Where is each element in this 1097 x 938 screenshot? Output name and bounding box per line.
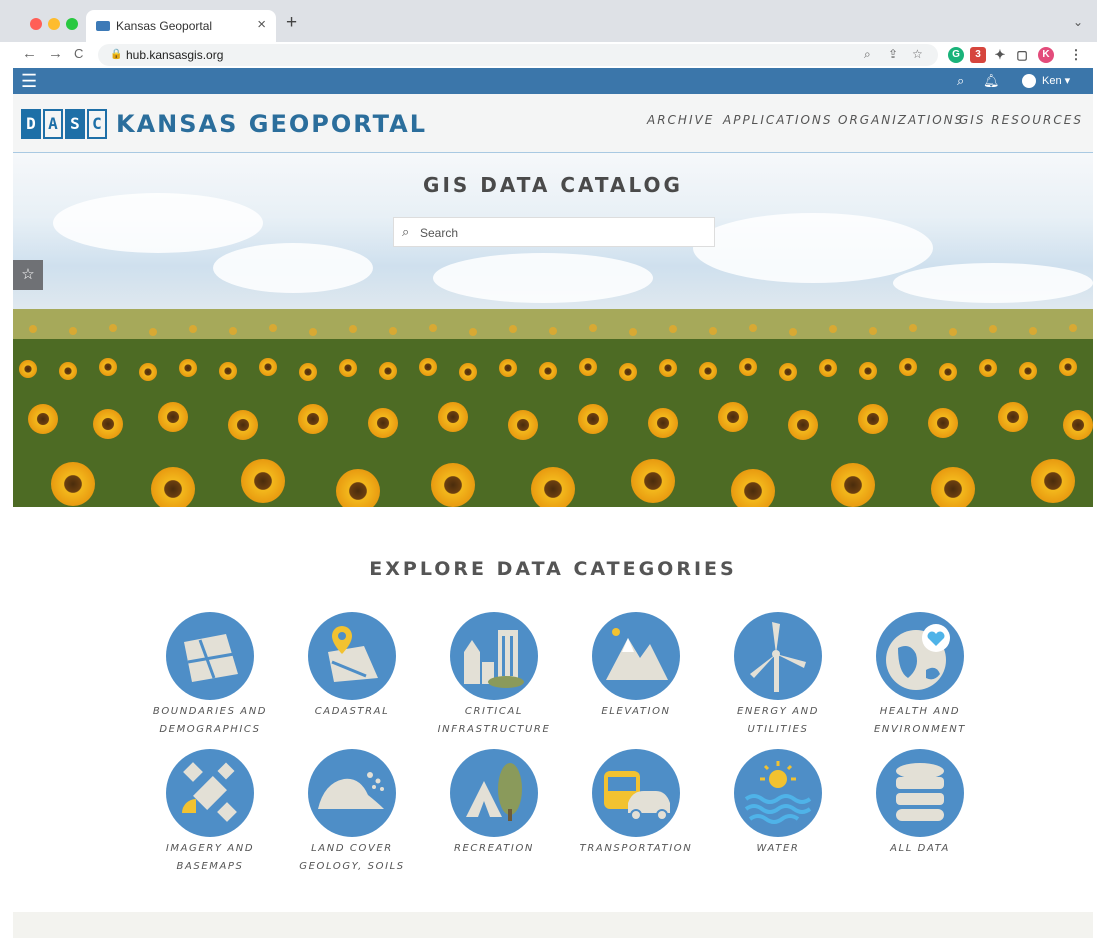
health-icon <box>876 612 964 700</box>
bookmark-star-icon[interactable]: ☆ <box>912 47 923 61</box>
category-label: BASEMAPS <box>176 861 244 872</box>
footer-band <box>13 912 1093 938</box>
url-text: hub.kansasgis.org <box>126 48 224 62</box>
maximize-window-button[interactable] <box>66 18 78 30</box>
cloud <box>53 193 263 253</box>
lock-icon: 🔒 <box>110 49 123 60</box>
tab-search-icon[interactable]: ⌄ <box>1073 15 1083 29</box>
share-icon[interactable]: ⇪ <box>888 47 898 61</box>
browser-tab[interactable]: Kansas Geoportal × <box>86 10 276 42</box>
site-title[interactable]: KANSAS GEOPORTAL <box>116 110 427 138</box>
nav-applications[interactable]: APPLICATIONS <box>723 113 833 127</box>
all-data-icon <box>876 749 964 837</box>
category-label: CADASTRAL <box>314 706 390 717</box>
minimize-window-button[interactable] <box>48 18 60 30</box>
boundaries-icon <box>166 612 254 700</box>
category-critical-infrastructure[interactable]: CRITICAL INFRASTRUCTURE <box>424 612 564 739</box>
category-elevation[interactable]: ELEVATION <box>566 612 706 721</box>
grammarly-extension-icon[interactable]: G <box>948 47 964 63</box>
logo-letter: A <box>43 109 63 139</box>
category-label: UTILITIES <box>747 724 809 735</box>
imagery-icon <box>166 749 254 837</box>
logo-letter: D <box>21 109 41 139</box>
address-bar[interactable]: 🔒 hub.kansasgis.org ⌕ ⇪ ☆ <box>98 44 938 66</box>
search-icon[interactable]: ⌕ <box>957 73 964 89</box>
user-menu[interactable]: Ken ▾ <box>1016 71 1076 91</box>
category-label: IMAGERY AND <box>165 843 255 854</box>
category-boundaries[interactable]: BOUNDARIES AND DEMOGRAPHICS <box>140 612 280 739</box>
land-cover-icon <box>308 749 396 837</box>
nav-gis-resources[interactable]: GIS RESOURCES <box>959 113 1083 127</box>
site-top-bar: ☰ ⌕ 🔔︎ Ken ▾ <box>13 68 1093 94</box>
category-label: HEALTH AND <box>879 706 961 717</box>
profile-avatar[interactable]: K <box>1038 47 1054 63</box>
search-input[interactable] <box>420 222 710 244</box>
elevation-icon <box>592 612 680 700</box>
category-land-cover[interactable]: LAND COVER GEOLOGY, SOILS <box>282 749 422 876</box>
category-all-data[interactable]: ALL DATA <box>850 749 990 858</box>
tab-close-icon[interactable]: × <box>257 16 266 33</box>
categories-heading: EXPLORE DATA CATEGORIES <box>369 558 737 580</box>
new-tab-icon[interactable]: + <box>286 12 297 34</box>
category-label: ALL DATA <box>890 843 950 854</box>
critical-infrastructure-icon <box>450 612 538 700</box>
hero-banner: GIS DATA CATALOG ⌕ ☆ <box>13 153 1093 507</box>
page-title: GIS DATA CATALOG <box>423 173 683 197</box>
search-icon: ⌕ <box>402 224 410 239</box>
browser-toolbar: ← → C 🔒 hub.kansasgis.org ⌕ ⇪ ☆ G 3 ✦ ▢ … <box>0 42 1097 68</box>
energy-icon <box>734 612 822 700</box>
category-label: ENVIRONMENT <box>873 724 967 735</box>
category-recreation[interactable]: RECREATION <box>424 749 564 858</box>
menu-icon[interactable]: ☰ <box>21 72 37 90</box>
cloud <box>433 253 653 303</box>
cloud <box>893 263 1093 303</box>
category-health[interactable]: HEALTH AND ENVIRONMENT <box>850 612 990 739</box>
back-icon[interactable]: ← <box>22 45 37 62</box>
category-label: WATER <box>756 843 800 854</box>
cloud <box>213 243 373 293</box>
favicon-icon <box>96 21 110 31</box>
cloud <box>693 213 933 283</box>
category-energy[interactable]: ENERGY AND UTILITIES <box>708 612 848 739</box>
category-label: BOUNDARIES AND <box>152 706 268 717</box>
category-label: ELEVATION <box>601 706 671 717</box>
category-label: GEOLOGY, SOILS <box>299 861 405 872</box>
sunflower-field <box>13 309 1093 507</box>
category-transportation[interactable]: TRANSPORTATION <box>566 749 706 858</box>
side-panel-icon[interactable]: ▢ <box>1014 47 1030 63</box>
favorite-star-icon[interactable]: ☆ <box>13 260 43 290</box>
logo-letter: C <box>87 109 107 139</box>
extensions-puzzle-icon[interactable]: ✦ <box>992 47 1008 63</box>
category-label: CRITICAL <box>464 706 524 717</box>
water-icon <box>734 749 822 837</box>
zoom-icon[interactable]: ⌕ <box>864 47 871 62</box>
category-label: LAND COVER <box>311 843 393 854</box>
transportation-icon <box>592 749 680 837</box>
cadastral-icon <box>308 612 396 700</box>
category-label: TRANSPORTATION <box>579 843 693 854</box>
category-label: RECREATION <box>453 843 535 854</box>
user-avatar <box>1022 74 1036 88</box>
recreation-icon <box>450 749 538 837</box>
category-label: ENERGY AND <box>736 706 820 717</box>
category-cadastral[interactable]: CADASTRAL <box>282 612 422 721</box>
nav-organizations[interactable]: ORGANIZATIONS <box>838 113 964 127</box>
tab-title: Kansas Geoportal <box>116 19 213 33</box>
close-window-button[interactable] <box>30 18 42 30</box>
category-water[interactable]: WATER <box>708 749 848 858</box>
logo-letter: S <box>65 109 85 139</box>
catalog-search[interactable]: ⌕ <box>393 217 715 247</box>
category-label: DEMOGRAPHICS <box>159 724 261 735</box>
browser-tabstrip: Kansas Geoportal × + ⌄ <box>0 0 1097 42</box>
browser-menu-icon[interactable]: ⋮ <box>1068 47 1084 63</box>
user-name: Ken ▾ <box>1042 75 1071 87</box>
notifications-bell-icon[interactable]: 🔔︎ <box>983 73 1000 89</box>
forward-icon[interactable]: → <box>48 45 63 62</box>
category-imagery[interactable]: IMAGERY AND BASEMAPS <box>140 749 280 876</box>
nav-archive[interactable]: ARCHIVE <box>647 113 714 127</box>
reload-icon[interactable]: C <box>74 46 83 61</box>
extension-badge-icon[interactable]: 3 <box>970 47 986 63</box>
site-header: D A S C KANSAS GEOPORTAL ARCHIVE APPLICA… <box>13 94 1093 153</box>
category-label: INFRASTRUCTURE <box>437 724 551 735</box>
